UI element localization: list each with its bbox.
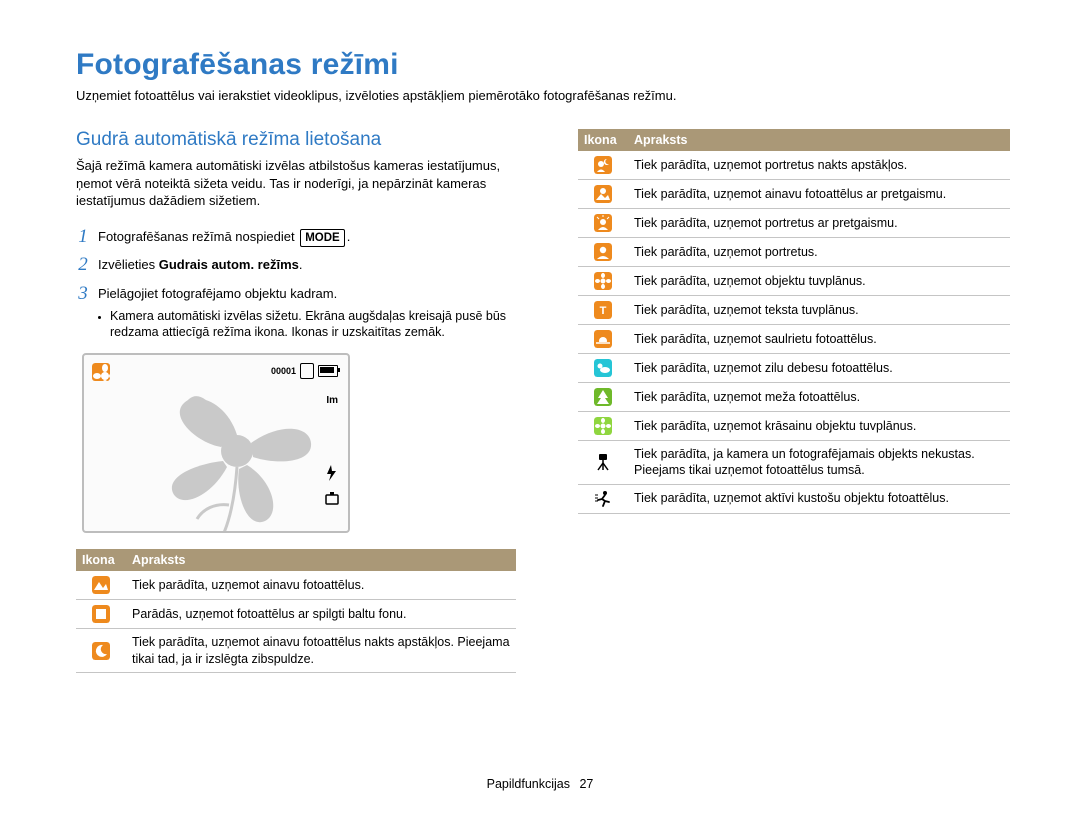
step-3-text: Pielāgojiet fotografējamo objektu kadram… xyxy=(98,286,337,301)
icon-desc: Tiek parādīta, ja kamera un fotografējam… xyxy=(628,441,1010,485)
table-row: Tiek parādīta, uzņemot saulrietu fotoatt… xyxy=(578,325,1010,354)
battery-icon xyxy=(318,365,338,377)
svg-text:T: T xyxy=(600,305,607,317)
sd-card-icon xyxy=(300,363,314,379)
icon-desc: Tiek parādīta, uzņemot objektu tuvplānus… xyxy=(628,267,1010,296)
macro-color-icon xyxy=(578,412,628,441)
table-row: Tiek parādīta, uzņemot zilu debesu fotoa… xyxy=(578,354,1010,383)
page-intro: Uzņemiet fotoattēlus vai ierakstiet vide… xyxy=(76,88,1010,103)
table-row: Tiek parādīta, uzņemot portretus ar pret… xyxy=(578,209,1010,238)
icon-desc: Tiek parādīta, uzņemot ainavu fotoattēlu… xyxy=(126,629,516,673)
mode-button-label: MODE xyxy=(300,229,345,247)
step-number: 2 xyxy=(76,254,90,276)
portrait-icon xyxy=(578,238,628,267)
table-row: Tiek parādīta, uzņemot ainavu fotoattēlu… xyxy=(76,571,516,600)
icon-table-left: Ikona Apraksts Tiek parādīta, uzņemot ai… xyxy=(76,549,516,673)
step-number: 1 xyxy=(76,226,90,248)
action-icon xyxy=(578,484,628,513)
icon-desc: Tiek parādīta, uzņemot portretus ar pret… xyxy=(628,209,1010,238)
icon-desc: Tiek parādīta, uzņemot meža fotoattēlus. xyxy=(628,383,1010,412)
step-2-pre: Izvēlieties xyxy=(98,257,159,272)
icon-desc: Tiek parādīta, uzņemot zilu debesu fotoa… xyxy=(628,354,1010,383)
icon-desc: Parādās, uzņemot fotoattēlus ar spilgti … xyxy=(126,600,516,629)
th-icon: Ikona xyxy=(76,549,126,571)
page-footer: Papildfunkcijas 27 xyxy=(0,777,1080,791)
blue-sky-icon xyxy=(578,354,628,383)
table-row: Parādās, uzņemot fotoattēlus ar spilgti … xyxy=(76,600,516,629)
table-row: Tiek parādīta, ja kamera un fotografējam… xyxy=(578,441,1010,485)
table-row: Tiek parādīta, uzņemot portretus. xyxy=(578,238,1010,267)
backlight-landscape-icon xyxy=(578,180,628,209)
icon-desc: Tiek parādīta, uzņemot ainavu fotoattēlu… xyxy=(126,571,516,600)
step-3: 3 Pielāgojiet fotografējamo objektu kadr… xyxy=(76,283,516,341)
th-icon: Ikona xyxy=(578,129,628,151)
section-subtitle: Gudrā automātiskā režīma lietošana xyxy=(76,129,516,151)
icon-desc: Tiek parādīta, uzņemot saulrietu fotoatt… xyxy=(628,325,1010,354)
icon-desc: Tiek parādīta, uzņemot aktīvi kustošu ob… xyxy=(628,484,1010,513)
step-number: 3 xyxy=(76,283,90,305)
macro-text-icon: T xyxy=(578,296,628,325)
footer-label: Papildfunkcijas xyxy=(487,777,570,791)
step-2-post: . xyxy=(299,257,303,272)
steps-list: 1 Fotografēšanas režīmā nospiediet MODE.… xyxy=(76,226,516,342)
icon-desc: Tiek parādīta, uzņemot krāsainu objektu … xyxy=(628,412,1010,441)
step-2: 2 Izvēlieties Gudrais autom. režīms. xyxy=(76,254,516,276)
step-body: Izvēlieties Gudrais autom. režīms. xyxy=(98,254,302,274)
table-row: Tiek parādīta, uzņemot krāsainu objektu … xyxy=(578,412,1010,441)
table-row: Tiek parādīta, uzņemot objektu tuvplānus… xyxy=(578,267,1010,296)
section-desc: Šajā režīmā kamera automātiski izvēlas a… xyxy=(76,157,516,210)
table-row: Tiek parādīta, uzņemot portretus nakts a… xyxy=(578,151,1010,180)
landscape-icon xyxy=(76,571,126,600)
icon-desc: Tiek parādīta, uzņemot portretus nakts a… xyxy=(628,151,1010,180)
table-row: T Tiek parādīta, uzņemot teksta tuvplānus… xyxy=(578,296,1010,325)
step-3-bullet: Kamera automātiski izvēlas sižetu. Ekrān… xyxy=(110,308,516,342)
shot-counter: 00001 xyxy=(271,366,296,376)
backlight-portrait-icon xyxy=(578,209,628,238)
step-1-post: . xyxy=(347,229,351,244)
flower-illustration xyxy=(139,385,334,533)
night-portrait-icon xyxy=(578,151,628,180)
step-2-bold: Gudrais autom. režīms xyxy=(159,257,299,272)
icon-desc: Tiek parādīta, uzņemot ainavu fotoattēlu… xyxy=(628,180,1010,209)
step-1: 1 Fotografēšanas režīmā nospiediet MODE. xyxy=(76,226,516,248)
camera-screenshot: 00001 Im xyxy=(82,353,350,533)
macro-icon xyxy=(578,267,628,296)
tripod-icon xyxy=(578,441,628,485)
step-1-pre: Fotografēšanas režīmā nospiediet xyxy=(98,229,295,244)
th-desc: Apraksts xyxy=(628,129,1010,151)
th-desc: Apraksts xyxy=(126,549,516,571)
table-row: Tiek parādīta, uzņemot meža fotoattēlus. xyxy=(578,383,1010,412)
table-row: Tiek parādīta, uzņemot ainavu fotoattēlu… xyxy=(578,180,1010,209)
icon-table-right: Ikona Apraksts Tiek parādīta, uzņemot po… xyxy=(578,129,1010,514)
step-body: Fotografēšanas režīmā nospiediet MODE. xyxy=(98,226,350,247)
macro-mode-icon xyxy=(92,363,110,381)
forest-icon xyxy=(578,383,628,412)
page-number: 27 xyxy=(579,777,593,791)
night-landscape-icon xyxy=(76,629,126,673)
icon-desc: Tiek parādīta, uzņemot portretus. xyxy=(628,238,1010,267)
white-icon xyxy=(76,600,126,629)
table-row: Tiek parādīta, uzņemot aktīvi kustošu ob… xyxy=(578,484,1010,513)
icon-desc: Tiek parādīta, uzņemot teksta tuvplānus. xyxy=(628,296,1010,325)
sunset-icon xyxy=(578,325,628,354)
table-row: Tiek parādīta, uzņemot ainavu fotoattēlu… xyxy=(76,629,516,673)
page-title: Fotografēšanas režīmi xyxy=(76,48,1010,82)
step-body: Pielāgojiet fotografējamo objektu kadram… xyxy=(98,283,516,341)
